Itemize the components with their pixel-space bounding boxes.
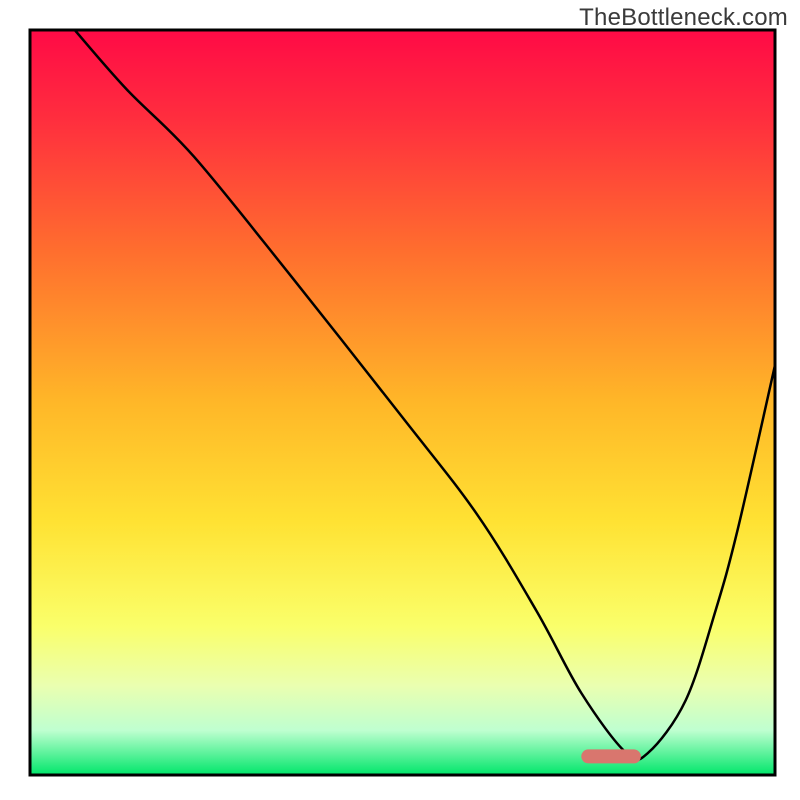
- chart-stage: TheBottleneck.com: [0, 0, 800, 800]
- watermark-label: TheBottleneck.com: [579, 4, 788, 32]
- optimum-marker: [581, 749, 641, 763]
- gradient-background: [30, 30, 775, 775]
- bottleneck-chart: [0, 0, 800, 800]
